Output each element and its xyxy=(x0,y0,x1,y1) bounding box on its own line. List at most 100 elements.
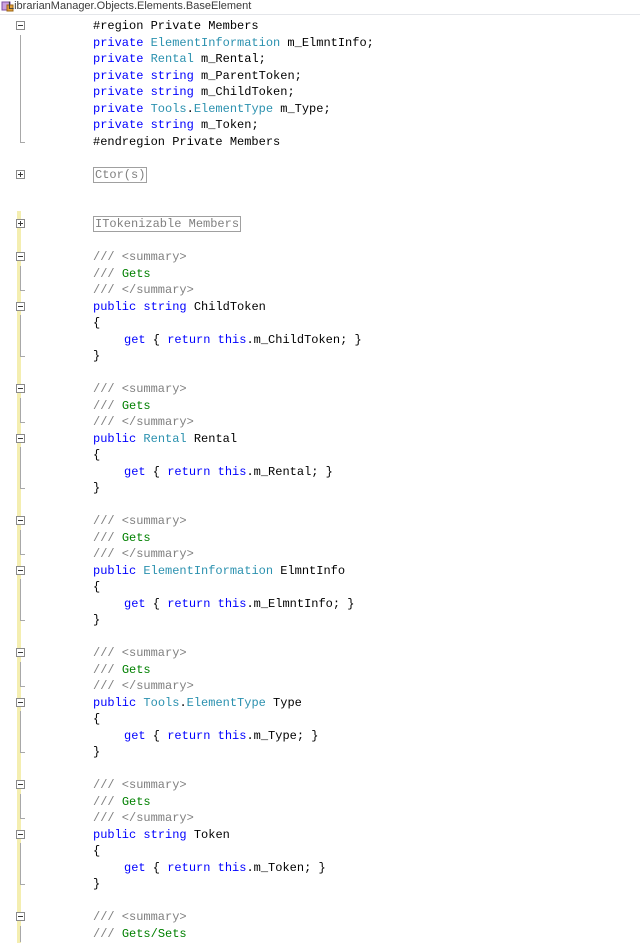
code-token: return xyxy=(167,332,218,347)
code-line[interactable]: public Tools.ElementType Type xyxy=(0,695,640,712)
code-line[interactable] xyxy=(0,183,640,200)
code-line[interactable] xyxy=(0,150,640,167)
code-line[interactable] xyxy=(0,761,640,778)
code-line[interactable]: /// <summary> xyxy=(0,249,640,266)
code-line[interactable]: public Rental Rental xyxy=(0,431,640,448)
code-line[interactable] xyxy=(0,893,640,910)
code-line[interactable]: /// </summary> xyxy=(0,414,640,431)
code-line[interactable]: /// Gets xyxy=(0,661,640,678)
code-line[interactable]: /// Gets xyxy=(0,397,640,414)
code-line[interactable]: /// <summary> xyxy=(0,777,640,794)
code-line[interactable] xyxy=(0,233,640,250)
collapse-outline-icon[interactable] xyxy=(16,912,25,921)
code-line[interactable]: /// <summary> xyxy=(0,645,640,662)
outline-guide xyxy=(20,463,21,480)
code-line[interactable]: get { return this.m_Token; } xyxy=(0,859,640,876)
collapse-outline-icon[interactable] xyxy=(16,780,25,789)
code-line[interactable]: /// Gets xyxy=(0,793,640,810)
code-line[interactable]: /// </summary> xyxy=(0,282,640,299)
code-line[interactable]: { xyxy=(0,711,640,728)
code-line[interactable]: private string m_ParentToken; xyxy=(0,67,640,84)
code-line[interactable]: } xyxy=(0,612,640,629)
code-line[interactable]: } xyxy=(0,348,640,365)
code-line[interactable]: /// </summary> xyxy=(0,546,640,563)
code-text: /// <summary> xyxy=(93,513,187,529)
code-line[interactable]: { xyxy=(0,447,640,464)
code-token: m_ElmntInfo; xyxy=(280,35,374,50)
code-line[interactable] xyxy=(0,497,640,514)
collapse-outline-icon[interactable] xyxy=(16,21,25,30)
code-line[interactable]: /// </summary> xyxy=(0,678,640,695)
code-token: .m_Type; } xyxy=(246,728,319,743)
collapse-outline-icon[interactable] xyxy=(16,648,25,657)
code-text: /// <summary> xyxy=(93,909,187,925)
code-line[interactable]: #endregion Private Members xyxy=(0,133,640,151)
code-line[interactable]: { xyxy=(0,843,640,860)
code-editor[interactable]: #region Private Members private ElementIn… xyxy=(0,15,640,943)
code-line[interactable]: #region Private Members xyxy=(0,18,640,35)
code-line[interactable]: /// <summary> xyxy=(0,513,640,530)
doc-comment: /// </summary> xyxy=(93,415,194,429)
code-line[interactable]: get { return this.m_Type; } xyxy=(0,727,640,744)
code-text: public Rental Rental xyxy=(93,431,237,447)
code-text: /// Gets xyxy=(93,662,151,678)
code-token: m_Token; xyxy=(193,118,259,132)
code-line[interactable]: /// Gets xyxy=(0,529,640,546)
expand-outline-icon[interactable] xyxy=(16,219,25,228)
code-line[interactable]: private ElementInformation m_ElmntInfo; xyxy=(0,34,640,51)
code-text: { xyxy=(93,316,101,330)
code-line[interactable]: { xyxy=(0,579,640,596)
code-token: private xyxy=(93,118,151,132)
code-line[interactable]: private Rental m_Rental; xyxy=(0,51,640,68)
outline-guide-end xyxy=(20,414,25,423)
collapse-outline-icon[interactable] xyxy=(16,384,25,393)
code-line[interactable]: } xyxy=(0,744,640,761)
code-line[interactable]: private Tools.ElementType m_Type; xyxy=(0,100,640,117)
code-line[interactable] xyxy=(0,629,640,646)
code-line[interactable]: Ctor(s) xyxy=(0,166,640,184)
code-line[interactable]: /// <summary> xyxy=(0,381,640,398)
code-token: . xyxy=(179,695,187,710)
code-token: get xyxy=(124,596,146,611)
doc-comment: /// <summary> xyxy=(93,910,187,924)
collapsed-region[interactable]: ITokenizable Members xyxy=(93,216,242,232)
code-line[interactable]: public string Token xyxy=(0,827,640,844)
collapsed-region[interactable]: Ctor(s) xyxy=(93,166,148,183)
doc-comment: /// </summary> xyxy=(93,811,194,825)
code-text: ITokenizable Members xyxy=(93,216,242,232)
code-line[interactable]: { xyxy=(0,315,640,332)
code-line[interactable]: get { return this.m_Rental; } xyxy=(0,463,640,480)
collapse-outline-icon[interactable] xyxy=(16,829,25,839)
collapse-outline-icon[interactable] xyxy=(16,301,25,311)
outline-guide xyxy=(20,711,21,728)
code-line[interactable]: } xyxy=(0,876,640,893)
code-line[interactable]: private string m_Token; xyxy=(0,117,640,134)
code-token: this xyxy=(217,464,247,479)
expand-outline-icon[interactable] xyxy=(16,169,25,179)
code-lines[interactable]: #region Private Members private ElementIn… xyxy=(0,18,640,942)
collapse-outline-icon[interactable] xyxy=(16,516,25,525)
collapse-outline-icon[interactable] xyxy=(16,565,25,575)
code-text: /// Gets xyxy=(93,530,151,546)
code-line[interactable]: /// Gets xyxy=(0,265,640,282)
code-line[interactable] xyxy=(0,365,640,382)
code-token: Gets xyxy=(121,794,151,809)
code-line[interactable]: /// Gets/Sets xyxy=(0,925,640,942)
code-line[interactable]: ITokenizable Members xyxy=(0,216,640,233)
collapse-outline-icon[interactable] xyxy=(16,433,25,443)
outline-guide xyxy=(20,67,21,84)
collapse-outline-icon[interactable] xyxy=(16,697,25,707)
code-token: m_ChildToken; xyxy=(193,85,295,99)
collapse-outline-icon[interactable] xyxy=(16,252,25,261)
code-line[interactable]: public ElementInformation ElmntInfo xyxy=(0,563,640,580)
code-line[interactable]: private string m_ChildToken; xyxy=(0,84,640,101)
code-line[interactable]: } xyxy=(0,480,640,497)
outline-guide xyxy=(20,529,21,546)
code-line[interactable]: /// </summary> xyxy=(0,810,640,827)
code-line[interactable] xyxy=(0,200,640,217)
code-line[interactable]: get { return this.m_ElmntInfo; } xyxy=(0,595,640,612)
code-line[interactable]: get { return this.m_ChildToken; } xyxy=(0,331,640,348)
code-token: Gets/Sets xyxy=(121,926,187,941)
code-line[interactable]: /// <summary> xyxy=(0,909,640,926)
code-line[interactable]: public string ChildToken xyxy=(0,299,640,316)
